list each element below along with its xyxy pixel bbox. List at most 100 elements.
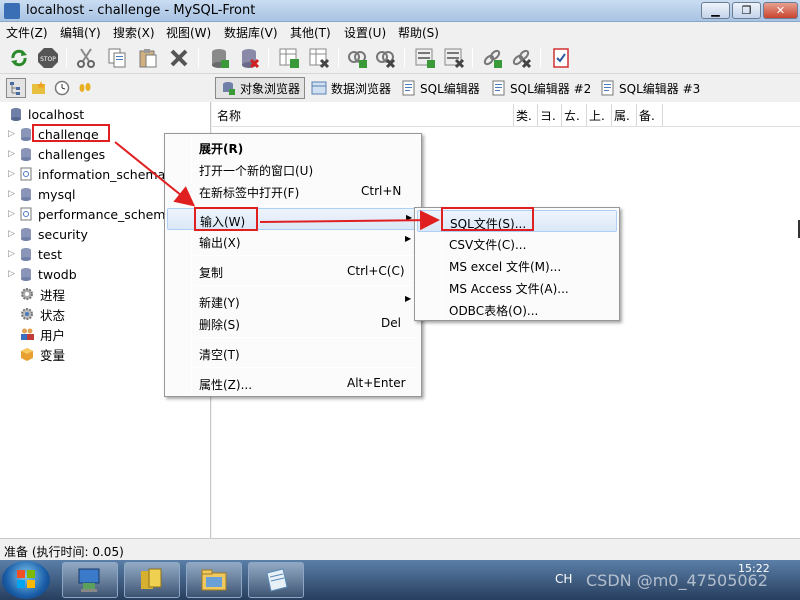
column-header-records[interactable]: ヨ. (538, 104, 562, 126)
menu-help[interactable]: 帮助(S) (398, 24, 439, 41)
menu-other[interactable]: 其他(T) (290, 24, 331, 41)
new-table-button[interactable] (276, 45, 302, 71)
submenu-item-access-file[interactable]: MS Access 文件(A)... (417, 276, 617, 298)
menu-bar: 文件(Z) 编辑(Y) 搜索(X) 视图(W) 数据库(V) 其他(T) 设置(… (0, 22, 800, 42)
title-bar: localhost - challenge - MySQL-Front ▁ ❐ … (0, 0, 800, 22)
menu-item-copy[interactable]: 复制 Ctrl+C(C) (167, 260, 419, 282)
paste-button[interactable] (135, 45, 161, 71)
drop-foreign-key-button[interactable] (508, 45, 534, 71)
minimize-button[interactable]: ▁ (701, 2, 730, 19)
taskbar-item-explorer[interactable] (186, 562, 242, 598)
properties-button[interactable] (548, 45, 574, 71)
copy-button[interactable] (104, 45, 130, 71)
menu-item-delete[interactable]: 删除(S) Del (167, 312, 419, 334)
tree-item-test[interactable]: ▷ test (0, 244, 62, 264)
column-header-comment[interactable]: 备. (637, 104, 663, 126)
tree-view-button[interactable] (6, 78, 26, 98)
column-header-attributes[interactable]: 属. (612, 104, 637, 126)
tree-item-security[interactable]: ▷ security (0, 224, 88, 244)
stop-button[interactable]: STOP (35, 45, 61, 71)
new-index-button[interactable] (412, 45, 438, 71)
drop-field-button[interactable] (372, 45, 398, 71)
menu-item-expand[interactable]: 展开(R) (167, 136, 419, 158)
menu-item-properties[interactable]: 属性(Z)... Alt+Enter (167, 372, 419, 394)
tree-item-variables[interactable]: 变量 (0, 344, 65, 364)
menu-item-export[interactable]: 输出(X) ▶ (167, 230, 419, 252)
server-icon (11, 108, 21, 121)
input-language-indicator[interactable]: CH (555, 572, 572, 586)
tab-sql-editor-2[interactable]: SQL编辑器 #2 (488, 77, 595, 99)
tree-item-mysql[interactable]: ▷ mysql (0, 184, 76, 204)
favorites-button[interactable] (29, 78, 49, 98)
tab-object-browser[interactable]: 对象浏览器 (215, 77, 306, 99)
delete-button[interactable] (166, 45, 192, 71)
refresh-button[interactable] (6, 45, 32, 71)
tab-sql-editor[interactable]: SQL编辑器 (398, 77, 484, 99)
menu-item-empty-label: 清空(T) (199, 348, 240, 362)
menu-database[interactable]: 数据库(V) (224, 24, 278, 41)
tree-item-status[interactable]: 状态 (0, 304, 65, 324)
taskbar-item-notepad[interactable] (248, 562, 304, 598)
expand-arrow-icon[interactable]: ▷ (8, 149, 18, 159)
drop-database-button[interactable] (236, 45, 262, 71)
new-field-button[interactable] (344, 45, 370, 71)
tree-root-localhost[interactable]: localhost (0, 104, 84, 124)
expand-arrow-icon[interactable]: ▷ (8, 189, 18, 199)
drop-index-button[interactable] (441, 45, 467, 71)
tab-data-browser[interactable]: 数据浏览器 (307, 77, 395, 99)
taskbar-item-network[interactable] (62, 562, 118, 598)
close-button[interactable]: ✕ (763, 2, 798, 19)
column-header-name[interactable]: 名称 (212, 104, 514, 126)
sql-history-button[interactable] (75, 78, 95, 98)
svg-text:STOP: STOP (40, 56, 56, 63)
tab-sql-editor-3[interactable]: SQL编辑器 #3 (597, 77, 704, 99)
cut-button[interactable] (73, 45, 99, 71)
column-header-size[interactable]: ㄊ. (562, 104, 587, 126)
expand-arrow-icon[interactable]: ▷ (8, 129, 18, 139)
start-button[interactable] (2, 561, 50, 599)
menu-item-expand-label: 展开(R) (199, 142, 244, 156)
menu-search[interactable]: 搜索(X) (113, 24, 155, 41)
maximize-button[interactable]: ❐ (732, 2, 761, 19)
menu-file[interactable]: 文件(Z) (6, 24, 48, 41)
menu-item-open-new-window[interactable]: 打开一个新的窗口(U) (167, 158, 419, 180)
users-icon (21, 328, 34, 340)
new-database-button[interactable] (206, 45, 232, 71)
tree-item-users[interactable]: 用户 (0, 324, 65, 344)
tree-item-twodb[interactable]: ▷ twodb (0, 264, 77, 284)
system-database-icon (20, 167, 32, 181)
new-foreign-key-button[interactable] (479, 45, 505, 71)
column-header-updated[interactable]: 上. (587, 104, 612, 126)
link-add-icon (483, 49, 502, 68)
expand-arrow-icon[interactable]: ▷ (8, 249, 18, 259)
taskbar-item-mysql-front[interactable] (124, 562, 180, 598)
field-add-icon (348, 51, 367, 68)
notepad-icon (266, 568, 288, 592)
annotation-box-sql-file (441, 207, 534, 231)
expand-arrow-icon[interactable]: ▷ (8, 209, 18, 219)
tree-item-performance-schema[interactable]: ▷ performance_schema (0, 204, 173, 224)
expand-arrow-icon[interactable]: ▷ (8, 269, 18, 279)
history-button[interactable] (52, 78, 72, 98)
menu-edit[interactable]: 编辑(Y) (60, 24, 101, 41)
menu-item-open-new-tab[interactable]: 在新标签中打开(F) Ctrl+N (167, 180, 419, 202)
menu-item-empty[interactable]: 清空(T) (167, 342, 419, 364)
submenu-item-excel-file[interactable]: MS excel 文件(M)... (417, 254, 617, 276)
data-browser-icon (311, 81, 327, 95)
tree-icon (10, 82, 20, 95)
expand-arrow-icon[interactable]: ▷ (8, 169, 18, 179)
submenu-item-csv-file[interactable]: CSV文件(C)... (417, 232, 617, 254)
drop-table-button[interactable] (306, 45, 332, 71)
tree-item-challenges[interactable]: ▷ challenges (0, 144, 105, 164)
menu-view[interactable]: 视图(W) (166, 24, 211, 41)
column-header-type[interactable]: 类. (514, 104, 538, 126)
database-icon (21, 188, 31, 201)
tree-item-processes[interactable]: 进程 (0, 284, 65, 304)
tree-item-information-schema[interactable]: ▷ information_schema (0, 164, 165, 184)
menu-settings[interactable]: 设置(U) (344, 24, 386, 41)
submenu-item-odbc-table[interactable]: ODBC表格(O)... (417, 298, 617, 320)
expand-arrow-icon[interactable]: ▷ (8, 229, 18, 239)
status-gear-icon (21, 308, 33, 320)
menu-item-new[interactable]: 新建(Y) ▶ (167, 290, 419, 312)
checklist-icon (553, 48, 569, 68)
